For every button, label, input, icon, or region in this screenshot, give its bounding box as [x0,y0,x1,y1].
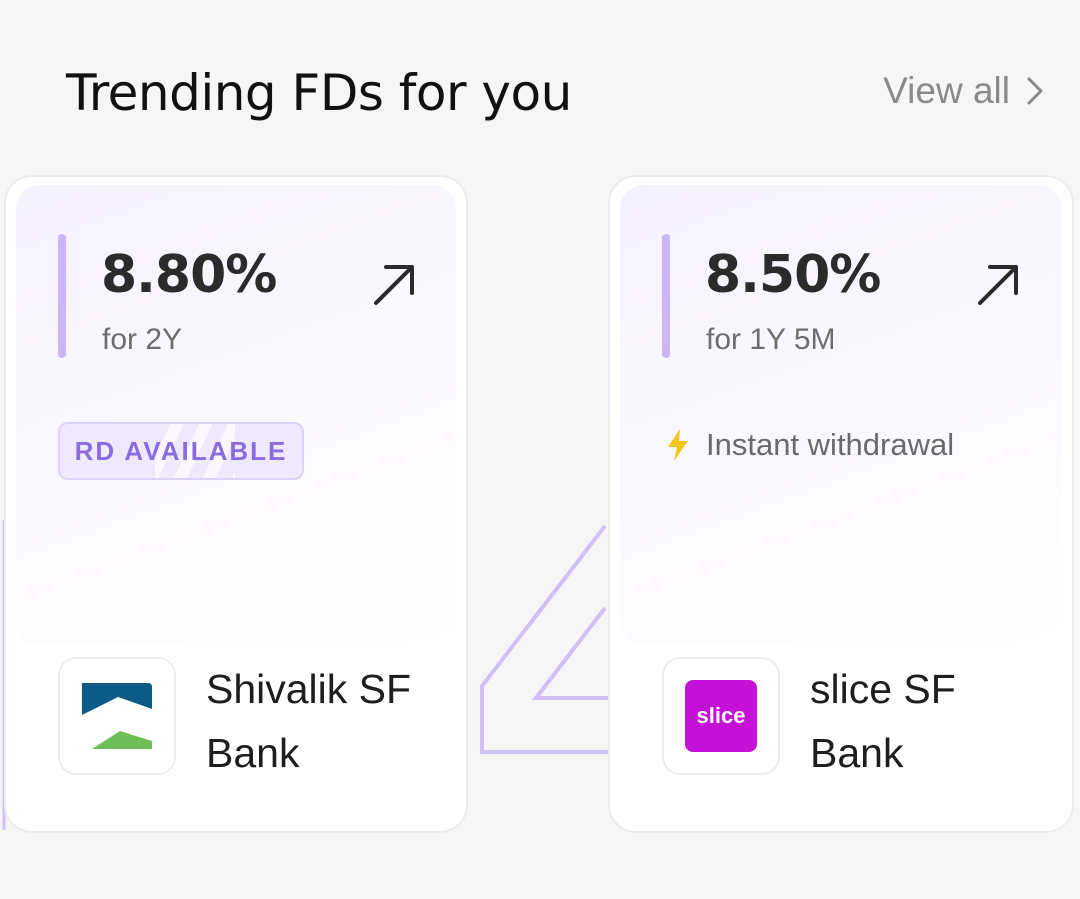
instant-withdrawal-feature: Instant withdrawal [666,427,954,463]
view-all-label: View all [883,70,1010,111]
slice-logo-text: slice [696,703,746,728]
tenure: for 1Y 5M [706,323,836,356]
bank-logo: slice [662,657,780,775]
bank-name: Shivalik SF Bank [206,666,412,776]
fd-card[interactable]: 8.80% for 2Y RD AVAILABLE Shivalik SF Ba… [4,175,468,833]
rate-accent-bar [58,234,66,358]
view-all-button[interactable]: View all [883,70,1044,112]
tenure: for 2Y [102,323,183,356]
bank-logo [58,657,176,775]
shivalik-bank-logo [82,683,152,749]
lightning-icon [668,429,688,461]
slice-bank-logo: slice [685,680,757,752]
interest-rate: 8.80% [101,245,277,305]
arrow-up-right-icon [374,265,414,305]
rd-available-badge: RD AVAILABLE [58,422,304,480]
background-number-decoration [480,524,620,754]
badge-label: RD AVAILABLE [74,435,288,466]
arrow-up-right-icon [978,265,1018,305]
section-header: Trending FDs for you View all [0,0,1080,160]
section-title: Trending FDs for you [66,64,572,122]
chevron-right-icon [1027,77,1043,105]
interest-rate: 8.50% [705,245,881,305]
rate-accent-bar [662,234,670,358]
feature-label: Instant withdrawal [706,427,955,462]
fd-card[interactable]: 8.50% for 1Y 5M Instant withdrawal slice… [608,175,1074,833]
bank-name: slice SF Bank [810,666,956,776]
